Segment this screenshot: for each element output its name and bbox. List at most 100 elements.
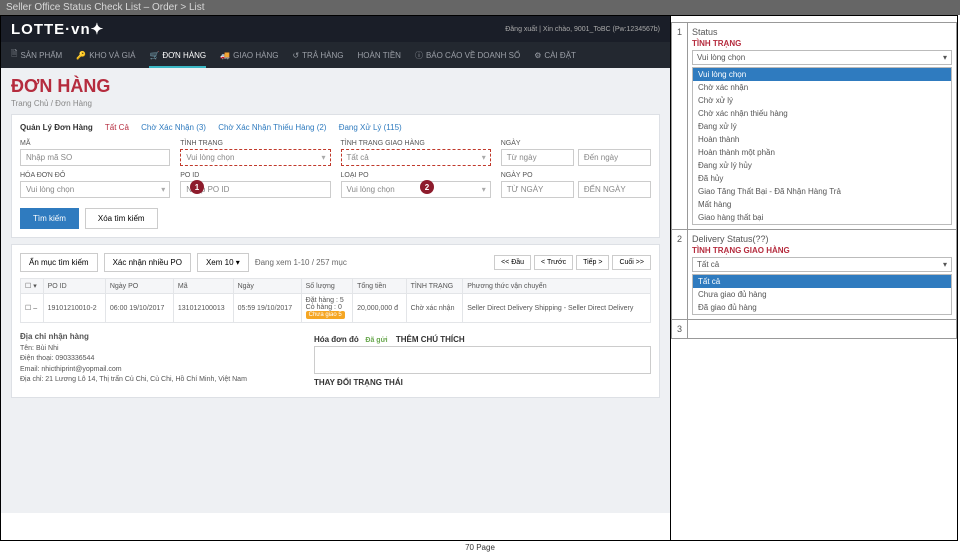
nav-delivery[interactable]: 🚚 GIAO HÀNG [220,48,278,62]
anno-2-opt[interactable]: Tất cả [693,275,951,288]
tab-await-short[interactable]: Chờ Xác Nhận Thiếu Hàng (2) [218,123,326,132]
th-ngay[interactable]: Ngày [233,279,301,294]
anno-2-opt[interactable]: Chưa giao đủ hàng [693,288,951,301]
th-check[interactable]: ☐ ▾ [21,279,44,294]
breadcrumb: Trang Chủ / Đơn Hàng [11,99,660,108]
delivery-status-select[interactable]: Tất cả [341,149,491,166]
nav-inventory[interactable]: 🔑 KHO VÀ GIÁ [76,48,135,62]
view-size-button[interactable]: Xem 10 ▾ [197,253,249,272]
th-ship[interactable]: Phương thức vận chuyển [463,279,651,294]
filter-panel: Quản Lý Đơn Hàng Tất Cả Chờ Xác Nhận (3)… [11,114,660,238]
annotation-pane: 1 Status TÌNH TRẠNG Vui lòng chọn Vui lò… [671,16,957,540]
search-button[interactable]: Tìm kiếm [20,208,79,229]
date-from[interactable]: Từ ngày [501,149,574,166]
label-date: NGÀY [501,140,651,147]
nav-reports[interactable]: ⓘ BÁO CÁO VỀ DOANH SỐ [415,48,520,62]
anno-1-opt[interactable]: Chờ xác nhận [693,81,951,94]
anno-1-opt[interactable]: Đã hủy [693,172,951,185]
filter-grid: MÃ Nhập mã SO TÌNH TRẠNG Vui lòng chọn TÌN… [20,140,651,198]
anno-2-num: 2 [672,230,688,320]
red-invoice-label: Hóa đơn đỏ [314,335,359,344]
page-last[interactable]: Cuối >> [612,255,651,270]
anno-1-opt[interactable]: Chờ xác nhận thiếu hàng [693,107,951,120]
spark-icon: ✦ [91,20,105,38]
label-invoice: HÓA ĐƠN ĐỎ [20,172,170,179]
anno-2-select[interactable]: Tất cả [692,257,952,272]
callout-2: 2 [420,180,434,194]
label-poid: PO ID [180,172,330,179]
podate-to[interactable]: ĐẾN NGÀY [578,181,651,198]
anno-1-opt[interactable]: Vui lòng chọn [693,68,951,81]
tabs-label: Quản Lý Đơn Hàng [20,123,93,132]
th-ngaypo[interactable]: Ngày PO [105,279,173,294]
tab-processing[interactable]: Đang Xử Lý (115) [339,123,402,132]
pager: << Đầu < Trước Tiếp > Cuối >> [494,255,651,270]
nav-orders[interactable]: 🛒 ĐƠN HÀNG [149,48,206,68]
anno-1-opt[interactable]: Giao Tăng Thất Bại - Đã Nhận Hàng Trả [693,185,951,198]
status-tabs: Quản Lý Đơn Hàng Tất Cả Chờ Xác Nhận (3)… [20,123,651,132]
clear-button[interactable]: Xóa tìm kiếm [85,208,158,229]
nav-products[interactable]: 🗎 SẢN PHẨM [11,48,62,62]
label-code: MÃ [20,140,170,147]
status-select[interactable]: Vui lòng chọn [180,149,330,166]
callout-1: 1 [190,180,204,194]
table-header-row: ☐ ▾ PO ID Ngày PO Mã Ngày Số lượng Tổng … [21,279,651,294]
anno-1: Status TÌNH TRẠNG Vui lòng chọn Vui lòng… [688,23,957,230]
label-status: TÌNH TRẠNG [180,140,330,147]
page-footer: 70 Page [0,541,960,552]
code-input[interactable]: Nhập mã SO [20,149,170,166]
user-info: Đăng xuất | Xin chào, 9001_ToBC (Pw:1234… [505,26,660,33]
th-tong[interactable]: Tổng tiền [353,279,406,294]
screenshot-pane: LOTTE·vn✦ Đăng xuất | Xin chào, 9001_ToB… [1,16,671,540]
anno-3 [688,320,957,339]
page-title: ĐƠN HÀNG [11,76,660,97]
table-row[interactable]: ☐ – 19101210010-2 06:00 19/10/2017 13101… [21,294,651,323]
result-count: Đang xem 1-10 / 257 mục [255,258,347,267]
confirm-many-button[interactable]: Xác nhận nhiều PO [104,253,191,272]
nav-refund[interactable]: HOÀN TIỀN [358,48,401,62]
anno-1-options: Vui lòng chọn Chờ xác nhận Chờ xử lý Chờ… [692,67,952,225]
page-next[interactable]: Tiếp > [576,255,609,270]
page-content: ĐƠN HÀNG Trang Chủ / Đơn Hàng Quản Lý Đơ… [1,68,670,513]
tab-await-confirm[interactable]: Chờ Xác Nhận (3) [141,123,206,132]
nav-settings[interactable]: ⚙ CÀI ĐẶT [534,48,576,62]
th-sl[interactable]: Số lượng [301,279,352,294]
anno-1-opt[interactable]: Hoàn thành [693,133,951,146]
invoice-select[interactable]: Vui lòng chọn [20,181,170,198]
th-poid[interactable]: PO ID [43,279,105,294]
results-panel: Ẩn mục tìm kiếm Xác nhận nhiều PO Xem 10… [11,244,660,398]
shipping-address: Địa chỉ nhận hàng Tên: Bùi Nhi Điện thoạ… [20,331,304,389]
anno-2-opt[interactable]: Đã giao đủ hàng [693,301,951,314]
note-input[interactable] [314,346,651,374]
anno-2-options: Tất cả Chưa giao đủ hàng Đã giao đủ hàng [692,274,952,315]
potype-select[interactable]: Vui lòng chọn [341,181,491,198]
anno-1-opt[interactable]: Giao hàng thất bại [693,211,951,224]
page-prev[interactable]: < Trước [534,255,573,270]
tab-all[interactable]: Tất Cả [105,123,129,132]
anno-1-opt[interactable]: Hoàn thành một phần [693,146,951,159]
main-frame: LOTTE·vn✦ Đăng xuất | Xin chào, 9001_ToB… [0,15,958,541]
add-note-label: THÊM CHÚ THÍCH [396,335,465,344]
th-status[interactable]: TÌNH TRẠNG [406,279,463,294]
anno-1-opt[interactable]: Đang xử lý hủy [693,159,951,172]
label-podate: NGÀY PO [501,172,651,179]
anno-1-opt[interactable]: Chờ xử lý [693,94,951,107]
results-toolbar: Ẩn mục tìm kiếm Xác nhận nhiều PO Xem 10… [20,253,651,272]
hide-filters-button[interactable]: Ẩn mục tìm kiếm [20,253,98,272]
date-to[interactable]: Đến ngày [578,149,651,166]
anno-2: Delivery Status(??) TÌNH TRẠNG GIAO HÀNG… [688,230,957,320]
sent-status: Đã gửi [365,337,387,344]
anno-1-opt[interactable]: Đang xử lý [693,120,951,133]
change-state-label: THAY ĐỔI TRẠNG THÁI [314,378,651,387]
undelivered-badge: Chưa giao 5 [306,311,345,319]
window-titlebar: Seller Office Status Check List – Order … [0,0,960,15]
podate-from[interactable]: TỪ NGÀY [501,181,574,198]
label-delivery: TÌNH TRẠNG GIAO HÀNG [341,140,491,147]
th-ma[interactable]: Mã [173,279,233,294]
nav-returns[interactable]: ↺ TRẢ HÀNG [292,48,343,62]
orders-table: ☐ ▾ PO ID Ngày PO Mã Ngày Số lượng Tổng … [20,278,651,323]
anno-1-select[interactable]: Vui lòng chọn [692,50,952,65]
anno-3-num: 3 [672,320,688,339]
page-first[interactable]: << Đầu [494,255,531,270]
anno-1-opt[interactable]: Mất hàng [693,198,951,211]
